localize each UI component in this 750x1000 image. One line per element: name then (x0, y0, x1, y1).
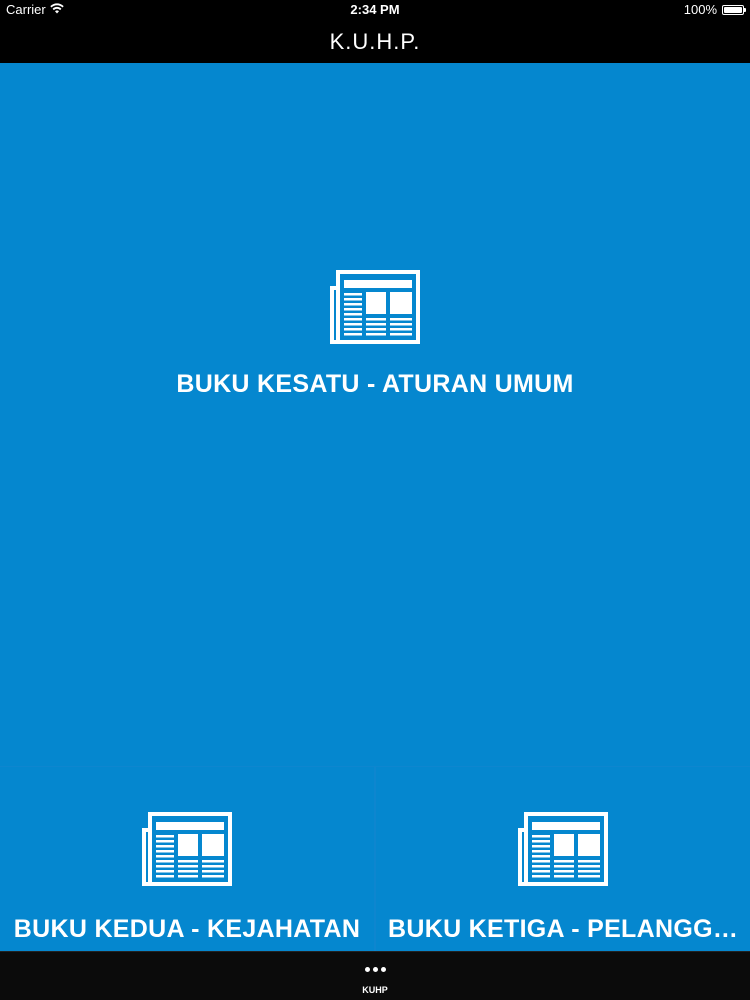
newspaper-icon (330, 270, 420, 349)
tile-buku-ketiga[interactable]: BUKU KETIGA - PELANGGARAN (376, 767, 750, 951)
more-dots-icon (325, 967, 425, 972)
tile-label: BUKU KEDUA - KEJAHATAN (13, 915, 361, 943)
newspaper-icon (142, 812, 232, 891)
tab-label: KUHP (362, 985, 388, 995)
status-time: 2:34 PM (350, 2, 400, 17)
tile-grid: BUKU KESATU - ATURAN UMUM BUKU KEDUA - K… (0, 63, 750, 951)
battery-percent: 100% (683, 2, 717, 17)
battery-level-fill (724, 7, 742, 13)
battery-icon (722, 5, 746, 15)
navigation-bar: K.U.H.P. (0, 20, 750, 63)
status-bar: Carrier 2:34 PM 100% (0, 0, 750, 20)
tile-label: BUKU KETIGA - PELANGGARAN (388, 915, 738, 943)
tile-buku-kedua[interactable]: BUKU KEDUA - KEJAHATAN (0, 767, 374, 951)
tile-label: BUKU KESATU - ATURAN UMUM (176, 370, 574, 398)
nav-title: K.U.H.P. (329, 29, 421, 54)
tab-kuhp[interactable]: KUHP (325, 952, 425, 1000)
tile-buku-kesatu[interactable]: BUKU KESATU - ATURAN UMUM (0, 63, 750, 766)
newspaper-icon (518, 812, 608, 891)
app-screen: Carrier 2:34 PM 100% K.U.H.P. BUKU KESAT… (0, 0, 750, 1000)
status-right: 100% (683, 0, 746, 20)
tab-bar: KUHP (0, 951, 750, 1000)
